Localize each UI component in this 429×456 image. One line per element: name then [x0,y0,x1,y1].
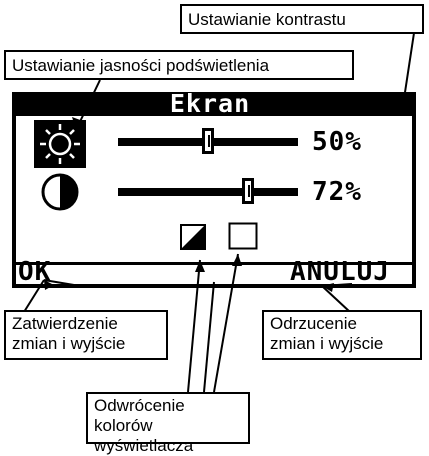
confirm-leader-line [23,279,45,313]
invert-leader-line-b [213,253,239,393]
contrast-leader-line [401,32,415,113]
confirm-callout: Zatwierdzenie zmian i wyjście [4,310,168,360]
invert-callout: Odwrócenie kolorów wyświetlacza [86,392,250,455]
confirm-callout-line1: Zatwierdzenie [12,314,118,333]
invert-leader-line-a [187,259,201,393]
confirm-callout-line2: zmian i wyjście [12,334,126,353]
cancel-callout-line2: zmian i wyjście [270,334,384,353]
contrast-callout: Ustawianie kontrastu [180,4,424,34]
brightness-callout: Ustawianie jasności podświetlenia [4,50,354,80]
invert-callout-line1: Odwrócenie kolorów [94,396,185,435]
cancel-callout-line1: Odrzucenie [270,314,357,333]
cancel-leader-line [321,285,351,313]
cancel-callout: Odrzucenie zmian i wyjście [262,310,422,360]
contrast-callout-text: Ustawianie kontrastu [188,10,346,29]
invert-callout-line2: wyświetlacza [94,436,194,455]
brightness-callout-text: Ustawianie jasności podświetlenia [12,56,270,75]
